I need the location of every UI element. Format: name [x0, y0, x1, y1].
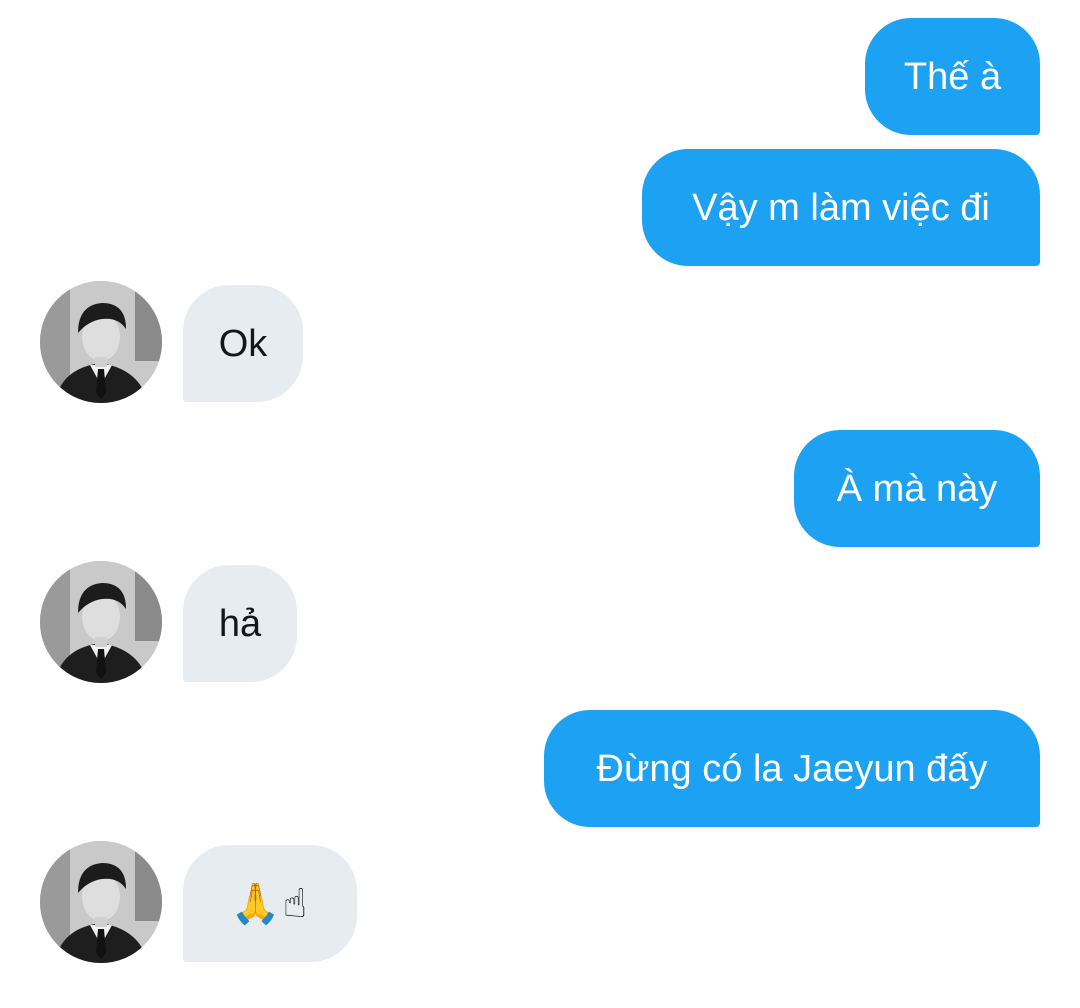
message-text: Vậy m làm việc đi	[692, 186, 990, 229]
outgoing-message[interactable]: Thế à	[865, 18, 1040, 135]
outgoing-message[interactable]: Đừng có la Jaeyun đấy	[544, 710, 1040, 827]
message-text: À mà này	[836, 467, 998, 510]
contact-avatar[interactable]	[40, 841, 162, 963]
incoming-message[interactable]: 🙏☝	[183, 845, 357, 962]
avatar-photo-icon	[40, 841, 162, 963]
incoming-message[interactable]: Ok	[183, 285, 303, 402]
incoming-message[interactable]: hả	[183, 565, 297, 682]
message-emoji: 🙏☝	[230, 880, 310, 927]
outgoing-message[interactable]: Vậy m làm việc đi	[642, 149, 1040, 266]
message-text: Thế à	[903, 55, 1002, 98]
message-text: Đừng có la Jaeyun đấy	[596, 747, 988, 790]
avatar-photo-icon	[40, 561, 162, 683]
outgoing-message[interactable]: À mà này	[794, 430, 1040, 547]
contact-avatar[interactable]	[40, 561, 162, 683]
message-text: Ok	[218, 322, 268, 365]
chat-thread: Thế à Vậy m làm việc đi Ok À mà này hả Đ…	[0, 0, 1080, 1008]
avatar-photo-icon	[40, 281, 162, 403]
message-text: hả	[218, 602, 262, 645]
contact-avatar[interactable]	[40, 281, 162, 403]
